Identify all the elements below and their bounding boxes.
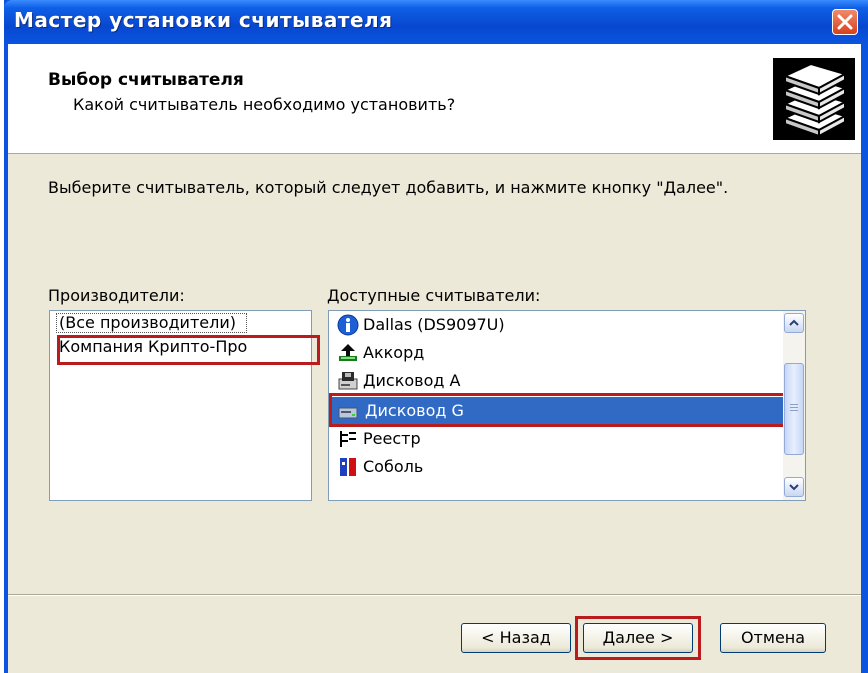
title-bar[interactable]: Мастер установки считывателя — [4, 0, 868, 44]
reader-label: Аккорд — [363, 343, 425, 362]
highlight-box — [329, 393, 793, 427]
scroll-up-button[interactable] — [784, 313, 804, 333]
list-item[interactable]: (Все производители) — [59, 312, 236, 334]
wizard-window: Мастер установки считывателя Выбор считы… — [4, 0, 868, 673]
chevron-up-icon — [789, 319, 799, 326]
chevron-down-icon — [789, 484, 799, 491]
reader-label: Dallas (DS9097U) — [363, 315, 505, 334]
reader-label: Реестр — [363, 429, 421, 448]
page-title: Выбор считывателя — [48, 70, 244, 90]
manufacturers-label: Производители: — [48, 286, 185, 305]
wizard-header: Выбор считывателя Какой считыватель необ… — [8, 44, 861, 154]
reader-item-accord[interactable]: Аккорд — [331, 339, 799, 367]
reader-item-registry[interactable]: Реестр — [331, 425, 799, 453]
accord-icon — [339, 344, 357, 361]
footer-separator — [8, 594, 861, 596]
reader-item-dallas[interactable]: Dallas (DS9097U) — [331, 311, 799, 339]
scroll-down-button[interactable] — [784, 477, 804, 497]
close-button[interactable] — [832, 9, 858, 35]
highlight-box — [575, 616, 701, 660]
instruction-text: Выберите считыватель, который следует до… — [48, 178, 729, 197]
cancel-button[interactable]: Отмена — [720, 623, 826, 653]
reader-label: Дисковод А — [363, 371, 461, 390]
dialog-client-area: Выбор считывателя Какой считыватель необ… — [8, 44, 861, 673]
grip-icon — [790, 404, 798, 411]
scroll-thumb[interactable] — [784, 363, 804, 455]
window-title: Мастер установки считывателя — [14, 8, 393, 32]
manufacturers-list[interactable]: (Все производители) Компания Крипто-Про — [49, 310, 320, 501]
floppy-drive-icon — [338, 372, 358, 390]
reader-item-floppy-a[interactable]: Дисковод А — [331, 367, 799, 395]
close-icon — [837, 14, 853, 30]
reader-item-sobol[interactable]: Соболь — [331, 453, 799, 481]
reader-label: Соболь — [363, 457, 424, 476]
highlight-box — [57, 335, 320, 365]
sobol-icon — [340, 458, 356, 476]
readers-list[interactable]: Dallas (DS9097U) Аккорд Дисковод А Диско… — [328, 310, 806, 501]
server-stack-icon — [773, 58, 855, 140]
info-icon — [337, 314, 359, 336]
page-subtitle: Какой считыватель необходимо установить? — [73, 95, 456, 114]
readers-scrollbar[interactable] — [783, 311, 805, 500]
back-button[interactable]: < Назад — [461, 623, 571, 653]
readers-label: Доступные считыватели: — [327, 286, 541, 305]
registry-icon — [340, 431, 356, 447]
